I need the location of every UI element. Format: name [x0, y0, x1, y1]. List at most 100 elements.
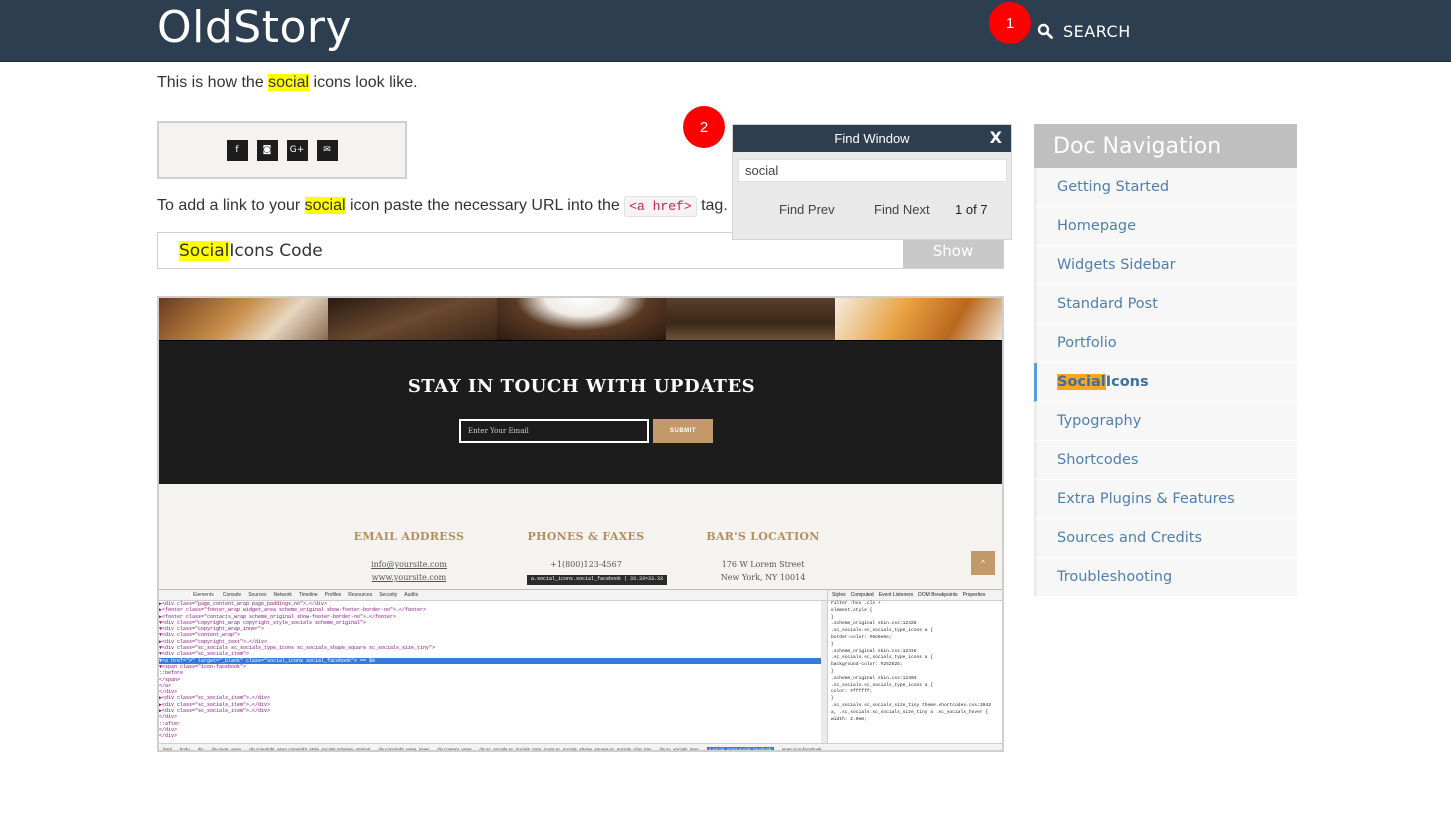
search-match-highlight: social — [268, 74, 310, 91]
newsletter-email-input[interactable]: Enter Your Email — [459, 419, 649, 443]
style-line: } — [831, 641, 834, 647]
phone-column-heading: PHONES & FAXES — [527, 530, 645, 543]
email-line-2[interactable]: www.yoursite.com — [334, 573, 484, 582]
annotation-marker-2: 2 — [683, 106, 725, 148]
newsletter-submit-button[interactable]: SUBMIT — [653, 419, 713, 443]
doc-nav-item-widgets-sidebar[interactable]: Widgets Sidebar — [1034, 246, 1297, 285]
devtools-tab-console[interactable]: Console — [223, 592, 241, 598]
inspect-tooltip: a.social_icons.social_facebook | 33.33×3… — [527, 575, 668, 585]
devtools-tab-security[interactable]: Security — [379, 592, 397, 598]
devtools-breadcrumbs: html body div div.page_wrap div.copyrigh… — [159, 743, 1002, 750]
styles-tab-styles[interactable]: Styles — [832, 592, 846, 598]
crumb[interactable]: div.copyright_wrap_inner — [378, 747, 429, 750]
find-prev-button[interactable]: Find Prev — [779, 202, 835, 217]
style-line: .sc_socials.sc_socials_size_tiny theme.s… — [831, 702, 991, 708]
crumb[interactable]: div.content_wrap — [437, 747, 471, 750]
find-result-count: 1 of 7 — [955, 202, 988, 217]
scroll-up-button[interactable]: ^ — [971, 551, 995, 575]
crumb[interactable]: div.page_wrap — [212, 747, 242, 750]
search-label: Search — [1063, 21, 1131, 41]
theme-screenshot: STAY IN TOUCH WITH UPDATES Enter Your Em… — [157, 296, 1004, 752]
photo-beer — [835, 298, 1002, 340]
devtools-dom-tree: ▶<div class="page_content_wrap page_padd… — [159, 601, 821, 743]
devtools-tab-audits[interactable]: Audits — [404, 592, 418, 598]
devtools-tab-timeline[interactable]: Timeline — [299, 592, 318, 598]
doc-nav-item-extra-plugins[interactable]: Extra Plugins & Features — [1034, 480, 1297, 519]
intro-text-after: icons look like. — [309, 74, 418, 91]
photo-glass — [328, 298, 497, 340]
find-window-title: Find Window — [834, 131, 910, 146]
social-icons-preview: f ◙ G+ ✉ — [157, 121, 407, 179]
photo-whiskey — [159, 298, 328, 340]
doc-nav-item-getting-started[interactable]: Getting Started — [1034, 168, 1297, 207]
search-match-highlight: social — [304, 197, 346, 214]
dom-line[interactable]: </div> — [159, 733, 821, 739]
search-icon — [1037, 23, 1053, 39]
link-paragraph: To add a link to your social icon paste … — [157, 196, 728, 217]
email-line-1[interactable]: info@yoursite.com — [334, 560, 484, 569]
intro-paragraph: This is how the social icons look like. — [157, 74, 418, 92]
style-line: border-color: #6e6e6e; — [831, 634, 892, 640]
doc-nav-item-troubleshooting[interactable]: Troubleshooting — [1034, 558, 1297, 597]
google-plus-icon[interactable]: G+ — [286, 139, 308, 161]
doc-nav-item-typography[interactable]: Typography — [1034, 402, 1297, 441]
location-column-heading: BAR'S LOCATION — [706, 530, 820, 543]
styles-tab-computed[interactable]: Computed — [851, 592, 874, 598]
site-logo[interactable]: OldStory — [157, 2, 352, 53]
find-input[interactable]: social — [738, 159, 1007, 182]
style-line: .sc_socials.sc_socials_type_icons a { — [831, 628, 933, 634]
search-link[interactable]: Search — [1037, 19, 1131, 43]
devtools-tab-network[interactable]: Network — [274, 592, 292, 598]
style-line: } — [831, 696, 834, 702]
facebook-icon[interactable]: f — [226, 139, 248, 161]
style-line[interactable]: Filter :hov .cls + — [828, 601, 1002, 608]
devtools-tab-sources[interactable]: Sources — [248, 592, 266, 598]
style-line: .scheme_original skin.css:12404 — [831, 675, 917, 681]
devtools-tab-profiles[interactable]: Profiles — [325, 592, 342, 598]
styles-tab-properties[interactable]: Properties — [963, 592, 986, 598]
crumb[interactable]: div — [198, 747, 204, 750]
newsletter-title: STAY IN TOUCH WITH UPDATES — [407, 376, 756, 397]
styles-tabs: Styles Computed Event Listeners DOM Brea… — [828, 590, 1002, 601]
find-window-header: Find Window X — [733, 125, 1011, 152]
crumb[interactable]: span.icon-facebook — [782, 747, 822, 750]
mail-icon[interactable]: ✉ — [316, 139, 338, 161]
newsletter-band — [159, 340, 1002, 484]
location-line-2: New York, NY 10014 — [720, 573, 806, 582]
doc-nav-item-sources-credits[interactable]: Sources and Credits — [1034, 519, 1297, 558]
devtools-tab-resources[interactable]: Resources — [348, 592, 372, 598]
crumb[interactable]: div.copyright_wrap.copyright_style_socia… — [249, 747, 370, 750]
find-window-close-button[interactable]: X — [990, 128, 1002, 147]
crumb[interactable]: body — [180, 747, 190, 750]
style-line: width: 2.0em; — [831, 716, 867, 722]
search-match-highlight: Social — [179, 240, 230, 261]
devtools-panel: Elements Console Sources Network Timelin… — [159, 589, 1002, 750]
devtools-tab-elements[interactable]: Elements — [191, 592, 216, 598]
annotation-marker-1: 1 — [989, 2, 1031, 44]
code-block-title-rest: Icons Code — [229, 240, 323, 261]
phone-line-1: +1(800)123-4567 — [550, 560, 622, 569]
doc-navigation: Doc Navigation Getting Started Homepage … — [1034, 124, 1297, 597]
instagram-icon[interactable]: ◙ — [256, 139, 278, 161]
doc-nav-item-portfolio[interactable]: Portfolio — [1034, 324, 1297, 363]
site-header: OldStory Search — [0, 0, 1451, 62]
style-line: color: #ffffff; — [831, 689, 873, 695]
crumb[interactable]: div.sc_socials_item — [659, 747, 698, 750]
style-line: a, .sc_socials.sc_socials_size_tiny a .s… — [831, 709, 989, 715]
find-next-button[interactable]: Find Next — [874, 202, 930, 217]
crumb[interactable]: html — [163, 747, 172, 750]
photo-plate — [497, 298, 666, 340]
doc-nav-item-homepage[interactable]: Homepage — [1034, 207, 1297, 246]
crumb[interactable]: div.sc_socials.sc_socials_type_icons.sc_… — [479, 747, 651, 750]
styles-tab-event-listeners[interactable]: Event Listeners — [879, 592, 913, 598]
link-text-before: To add a link to your — [157, 197, 305, 214]
intro-text-before: This is how the — [157, 74, 269, 91]
doc-nav-item-label-rest: Icons — [1105, 374, 1149, 390]
doc-nav-item-social-icons[interactable]: Social Icons — [1034, 363, 1297, 402]
doc-nav-item-shortcodes[interactable]: Shortcodes — [1034, 441, 1297, 480]
location-line-1: 176 W Lorem Street — [721, 560, 805, 569]
styles-tab-dom-breakpoints[interactable]: DOM Breakpoints — [918, 592, 957, 598]
inline-code: <a href> — [624, 196, 697, 217]
crumb-selected[interactable]: a.social_icons.social_facebook — [706, 747, 774, 750]
doc-nav-item-standard-post[interactable]: Standard Post — [1034, 285, 1297, 324]
